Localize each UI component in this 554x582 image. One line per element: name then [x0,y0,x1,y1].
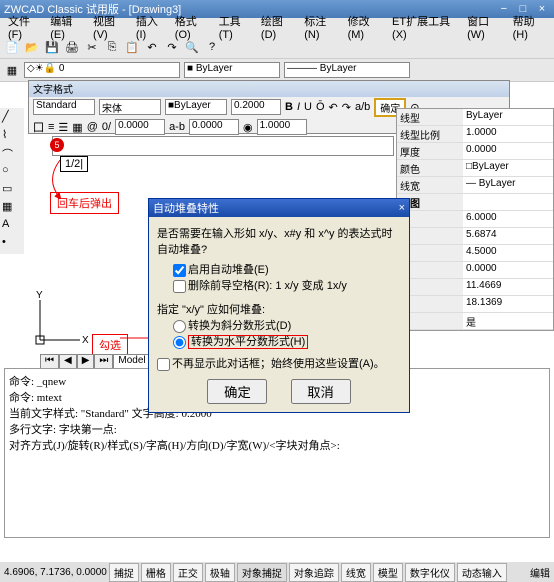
linetype-select[interactable]: ——— ByLayer [284,62,410,78]
tablet-toggle[interactable]: 数字化仪 [405,563,455,582]
autostack-dialog: 自动堆叠特性 × 是否需要在输入形如 x/y、x#y 和 x^y 的表达式时自动… [148,198,410,413]
layer-icon[interactable]: ▦ [4,62,20,78]
save-icon[interactable]: 💾 [44,39,60,55]
color-select[interactable]: ■ ByLayer [184,62,280,78]
align-icon[interactable]: 囗 [33,119,44,135]
panel-title: 文字格式 [29,81,509,97]
ratio-input[interactable]: 1.0000 [257,119,307,135]
prop-v[interactable]: ByLayer [463,109,553,125]
style-select[interactable]: Standard [33,99,95,115]
properties-panel: 线型ByLayer 线型比例1.0000 厚度0.0000 颜色□ByLayer… [396,108,554,331]
symbol-icon[interactable]: @ [87,121,98,133]
copy-icon[interactable]: ⎘ [104,39,120,55]
statusbar: 4.6906, 7.1736, 0.0000 捕捉 栅格 正交 极轴 对象捕捉 … [0,562,554,582]
arc-icon[interactable]: ⌒ [2,146,18,162]
menubar: 文件(F) 编辑(E) 视图(V) 插入(I) 格式(O) 工具(T) 绘图(D… [0,18,554,36]
bold-button[interactable]: B [285,101,293,113]
layer-select[interactable]: ◇☀🔒 0 [24,62,180,78]
menu-insert[interactable]: 插入(I) [132,13,169,41]
polar-toggle[interactable]: 极轴 [205,563,235,582]
zoom-icon[interactable]: 🔍 [184,39,200,55]
val1-input[interactable]: 0.0000 [115,119,165,135]
osnap-toggle[interactable]: 对象捕捉 [237,563,287,582]
diagonal-radio[interactable] [173,320,186,333]
undo-icon[interactable]: ↶ [329,101,338,114]
cut-icon[interactable]: ✂ [84,39,100,55]
dyn-toggle[interactable]: 动态输入 [457,563,507,582]
trim-checkbox[interactable] [173,280,186,293]
dialog-question: 是否需要在输入形如 x/y、x#y 和 x^y 的表达式时自动堆叠? [157,225,401,257]
dialog-title: 自动堆叠特性 [153,200,219,216]
stack-icon[interactable]: a/b [355,101,370,113]
menu-view[interactable]: 视图(V) [89,13,130,41]
color-select[interactable]: ■ByLayer [165,99,227,115]
point-icon[interactable]: • [2,236,18,252]
redo-icon[interactable]: ↷ [164,39,180,55]
menu-edit[interactable]: 编辑(E) [46,13,87,41]
horizontal-radio[interactable] [173,336,186,349]
cancel-button[interactable]: 取消 [291,379,351,404]
prop-k: 线型 [397,109,463,125]
overline-button[interactable]: Ō [316,101,325,113]
new-icon[interactable]: 📄 [4,39,20,55]
list-icon[interactable]: ☰ [58,121,68,134]
ratio-icon[interactable]: ◉ [243,121,253,134]
circle-icon[interactable]: ○ [2,164,18,180]
arrow-1 [40,150,150,210]
open-icon[interactable]: 📂 [24,39,40,55]
menu-window[interactable]: 窗口(W) [463,13,507,41]
ortho-toggle[interactable]: 正交 [173,563,203,582]
close-icon[interactable]: × [399,202,405,214]
line-icon[interactable]: ╱ [2,110,18,126]
grid-toggle[interactable]: 栅格 [141,563,171,582]
height-input[interactable]: 0.2000 [231,99,281,115]
dontshow-checkbox[interactable] [157,358,170,371]
ucs-icon: X Y [30,290,90,350]
undo-icon[interactable]: ↶ [144,39,160,55]
ok-button[interactable]: 确定 [207,379,267,404]
menu-file[interactable]: 文件(F) [4,13,44,41]
menu-tools[interactable]: 工具(T) [215,13,255,41]
group-label: 指定 "x/y" 应如何堆叠: [157,301,401,317]
rect-icon[interactable]: ▭ [2,182,18,198]
lwt-toggle[interactable]: 线宽 [341,563,371,582]
dialog-header[interactable]: 自动堆叠特性 × [149,199,409,217]
paste-icon[interactable]: 📋 [124,39,140,55]
coords: 4.6906, 7.1736, 0.0000 [4,567,107,578]
menu-draw[interactable]: 绘图(D) [257,13,298,41]
field-icon[interactable]: ▦ [72,121,82,134]
text-icon[interactable]: A [2,218,18,234]
menu-et[interactable]: ET扩展工具(X) [388,13,461,41]
oblique-icon[interactable]: 0/ [102,121,111,133]
help-icon[interactable]: ? [204,39,220,55]
left-toolbar: ╱ ⌇ ⌒ ○ ▭ ▦ A • [0,108,24,254]
menu-help[interactable]: 帮助(H) [509,13,550,41]
print-icon[interactable]: 🖨 [64,39,80,55]
pline-icon[interactable]: ⌇ [2,128,18,144]
menu-format[interactable]: 格式(O) [171,13,213,41]
svg-text:Y: Y [36,290,43,301]
justify-icon[interactable]: ≡ [48,121,54,133]
hatch-icon[interactable]: ▦ [2,200,18,216]
menu-modify[interactable]: 修改(M) [344,13,386,41]
val2-input[interactable]: 0.0000 [189,119,239,135]
snap-toggle[interactable]: 捕捉 [109,563,139,582]
redo-icon[interactable]: ↷ [342,101,351,114]
model-toggle[interactable]: 模型 [373,563,403,582]
toolbar-2: ▦ ◇☀🔒 0 ■ ByLayer ——— ByLayer [0,59,554,82]
status-end: 编辑 [530,565,550,580]
italic-button[interactable]: I [297,101,300,113]
track-icon[interactable]: a-b [169,121,185,133]
svg-text:X: X [82,335,89,346]
menu-dim[interactable]: 标注(N) [300,13,341,41]
otrack-toggle[interactable]: 对象追踪 [289,563,339,582]
underline-button[interactable]: U [304,101,312,113]
font-select[interactable]: 宋体 [99,99,161,115]
enable-checkbox[interactable] [173,264,186,277]
